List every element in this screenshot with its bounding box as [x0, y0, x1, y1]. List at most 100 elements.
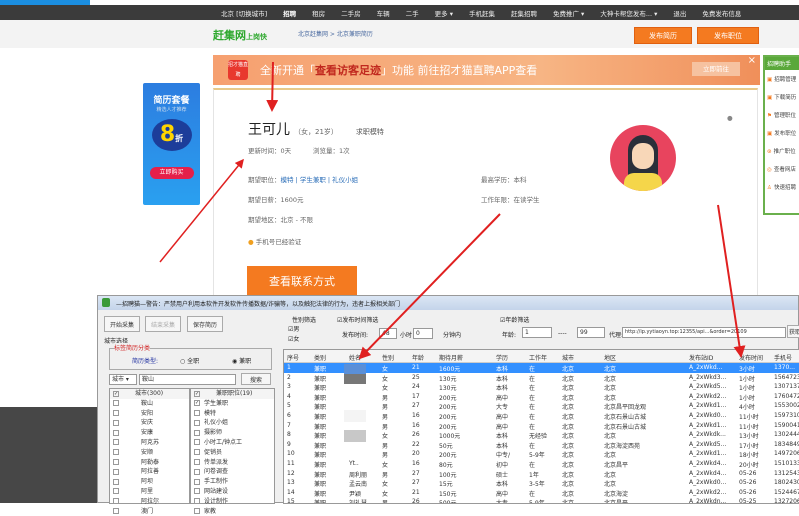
post-job-button[interactable]: 发布职位	[697, 27, 759, 44]
list-item[interactable]: 模特	[191, 409, 274, 419]
site-logo[interactable]: 赶集网上岗快	[213, 27, 267, 43]
search-button[interactable]: 搜索	[241, 373, 271, 385]
resume-package-ad[interactable]: 简历套餐 精选人才推荐 8折 立即购买	[143, 83, 200, 205]
list-item[interactable]: 安阳	[110, 409, 189, 419]
list-item[interactable]: 鞍山	[110, 399, 189, 409]
position-list[interactable]: ✓ 兼职职位(19) ✓ 学生兼职 模特 礼仪小姐 摄影师 小时工/钟点工 促销员 传单派发 问卷调…	[190, 388, 275, 515]
list-item[interactable]: 安庆	[110, 418, 189, 428]
city-combo[interactable]: 城市 ▾	[109, 374, 137, 385]
column-header-7[interactable]: 工作年	[529, 353, 547, 362]
nav-item[interactable]: 车辆	[369, 8, 398, 18]
nav-item[interactable]: 更多 ▾	[427, 8, 461, 18]
info-icon[interactable]: ●	[727, 114, 733, 122]
item-checkbox[interactable]	[194, 498, 200, 505]
city-search-input[interactable]: 鞍山	[139, 374, 236, 385]
banner-go-button[interactable]: 立即前往	[692, 62, 740, 76]
column-header-5[interactable]: 期待月薪	[439, 353, 463, 362]
sidebar-item[interactable]: ⚑ 管理职位	[765, 106, 799, 124]
list-item[interactable]: 摄影师	[191, 428, 274, 438]
item-checkbox[interactable]	[194, 449, 200, 456]
item-checkbox[interactable]	[113, 439, 119, 446]
table-row[interactable]: 15 兼职 刘礼慧 男 26 500元 大专 5-9年 北京 北京昌平 A_2xWkdn... 05-…	[284, 497, 799, 503]
item-checkbox[interactable]	[194, 429, 200, 436]
item-checkbox[interactable]	[194, 488, 200, 495]
sidebar-item[interactable]: ▣ 下载简历	[765, 88, 799, 106]
post-resume-button[interactable]: 发布简历	[634, 27, 692, 44]
nav-item[interactable]: 租房	[304, 8, 333, 18]
item-checkbox[interactable]	[113, 459, 119, 466]
list-item[interactable]: 小时工/钟点工	[191, 438, 274, 448]
item-checkbox[interactable]: ✓	[194, 400, 200, 407]
age-max-input[interactable]: 99	[577, 327, 605, 338]
sidebar-item[interactable]: ⊛ 推广职位	[765, 142, 799, 160]
app-title-bar[interactable]: —招聘猫—警告：严禁用户利用本软件开发软件传播数据/诈骗等，以及触犯法律的行为，…	[98, 296, 798, 310]
age-min-input[interactable]: 1	[522, 327, 552, 338]
item-checkbox[interactable]	[113, 508, 119, 515]
view-contact-button[interactable]: 查看联系方式	[247, 266, 357, 296]
column-header-3[interactable]: 性别	[382, 353, 394, 362]
item-checkbox[interactable]	[113, 498, 119, 505]
nav-item[interactable]: 免费推广 ▾	[545, 8, 592, 18]
nav-item[interactable]: 大神卡帮您发布... ▾	[592, 8, 665, 18]
list-item[interactable]: 安康	[110, 428, 189, 438]
nav-item[interactable]: 招聘	[275, 8, 304, 18]
table-row[interactable]: 7 兼职男 16 200元 高中在北京 北京石景山古城 A_2xWkd1... 11小时 159…	[284, 421, 799, 431]
proxy-input[interactable]: http://ip.yytiaoyn.top:12355/api...&orde…	[622, 327, 786, 338]
sidebar-item[interactable]: ▣ 招聘管理	[765, 70, 799, 88]
item-checkbox[interactable]	[194, 419, 200, 426]
table-row[interactable]: 4兼职男17200元高中在北京北京A_2xWkd2...1小时17604723	[284, 392, 799, 402]
nav-item[interactable]: 赶集招聘	[503, 8, 545, 18]
item-checkbox[interactable]	[194, 459, 200, 466]
list-item[interactable]: 阿拉善	[110, 467, 189, 477]
nav-item[interactable]: 手机赶集	[461, 8, 503, 18]
item-checkbox[interactable]	[113, 478, 119, 485]
get-proxy-button[interactable]: 获取	[787, 325, 799, 338]
hours-input[interactable]: 48	[379, 328, 397, 339]
list-item[interactable]: 阿克苏	[110, 438, 189, 448]
item-checkbox[interactable]	[194, 410, 200, 417]
column-header-11[interactable]: 发布时间	[739, 353, 763, 362]
list-item[interactable]: 澳门	[110, 507, 189, 516]
nav-item[interactable]: 退出	[665, 8, 694, 18]
expected-position-links[interactable]: 模特 | 学生兼职 | 礼仪小姐	[281, 176, 359, 184]
nav-item[interactable]: 北京 [切换城市]	[213, 8, 275, 18]
item-checkbox[interactable]	[113, 410, 119, 417]
list-item[interactable]: 礼仪小姐	[191, 418, 274, 428]
nav-item[interactable]: 二手	[398, 8, 427, 18]
list-item[interactable]: 手工制作	[191, 477, 274, 487]
save-resume-button[interactable]: 保存简历	[187, 316, 223, 332]
table-row[interactable]: 13 兼职 孟云南女 27 15元 本科 3-5年 北京 北京 A_2xWkd0... 05-26 1…	[284, 478, 799, 488]
column-header-9[interactable]: 地区	[604, 353, 616, 362]
column-header-10[interactable]: 发布站ID	[689, 353, 713, 362]
item-checkbox[interactable]	[113, 468, 119, 475]
table-row[interactable]: 14 兼职 尹颖女 21 150元 高中在北京 北京海淀 A_2xWkd2... 05-26 15…	[284, 488, 799, 498]
breadcrumb[interactable]: 北京赶集网 > 北京兼职简历	[298, 29, 373, 38]
nav-item[interactable]: 免费发布信息	[694, 8, 749, 18]
city-list[interactable]: ✓ 城市(300) 鞍山 安阳 安庆 安康 阿克苏 安顺 阿勒泰 阿拉善 阿坝 阿里 阿拉尔 澳门	[109, 388, 190, 515]
table-row[interactable]: 11 兼职 Yt.. 女 16 80元 初中在北京 北京昌平 A_2xWkd4... 20小时 15…	[284, 459, 799, 469]
close-icon[interactable]: ×	[748, 55, 756, 66]
list-item[interactable]: 设计制作	[191, 497, 274, 507]
list-item[interactable]: 问卷调查	[191, 467, 274, 477]
item-checkbox[interactable]	[113, 429, 119, 436]
item-checkbox[interactable]	[194, 508, 200, 515]
list-item[interactable]: 阿勒泰	[110, 458, 189, 468]
item-checkbox[interactable]	[194, 468, 200, 475]
item-checkbox[interactable]	[194, 439, 200, 446]
list-item[interactable]: 促销员	[191, 448, 274, 458]
column-header-1[interactable]: 类别	[314, 353, 326, 362]
table-row[interactable]: 10 兼职男 20 200元 中专/5-9年 北京 北京 A_2xWkd1... 18小时 149…	[284, 449, 799, 459]
table-row[interactable]: 12 兼职 周利丽男 27 100元 硕士 1年 北京 北京 A_2xWkd4... 05-26 13…	[284, 469, 799, 479]
list-item[interactable]: 阿里	[110, 487, 189, 497]
column-header-6[interactable]: 学历	[496, 353, 508, 362]
stop-collect-button[interactable]: 结束采集	[145, 316, 181, 332]
list-item[interactable]: 传单派发	[191, 458, 274, 468]
column-header-12[interactable]: 手机号	[774, 353, 792, 362]
list-item[interactable]: ✓ 学生兼职	[191, 399, 274, 409]
sidebar-item[interactable]: ♙ 快速招聘	[765, 178, 799, 196]
select-all-checkbox[interactable]: ✓	[194, 390, 200, 397]
item-checkbox[interactable]	[113, 449, 119, 456]
column-header-2[interactable]: 姓名	[349, 353, 361, 362]
list-item[interactable]: 安顺	[110, 448, 189, 458]
start-collect-button[interactable]: 开始采集	[104, 316, 140, 332]
